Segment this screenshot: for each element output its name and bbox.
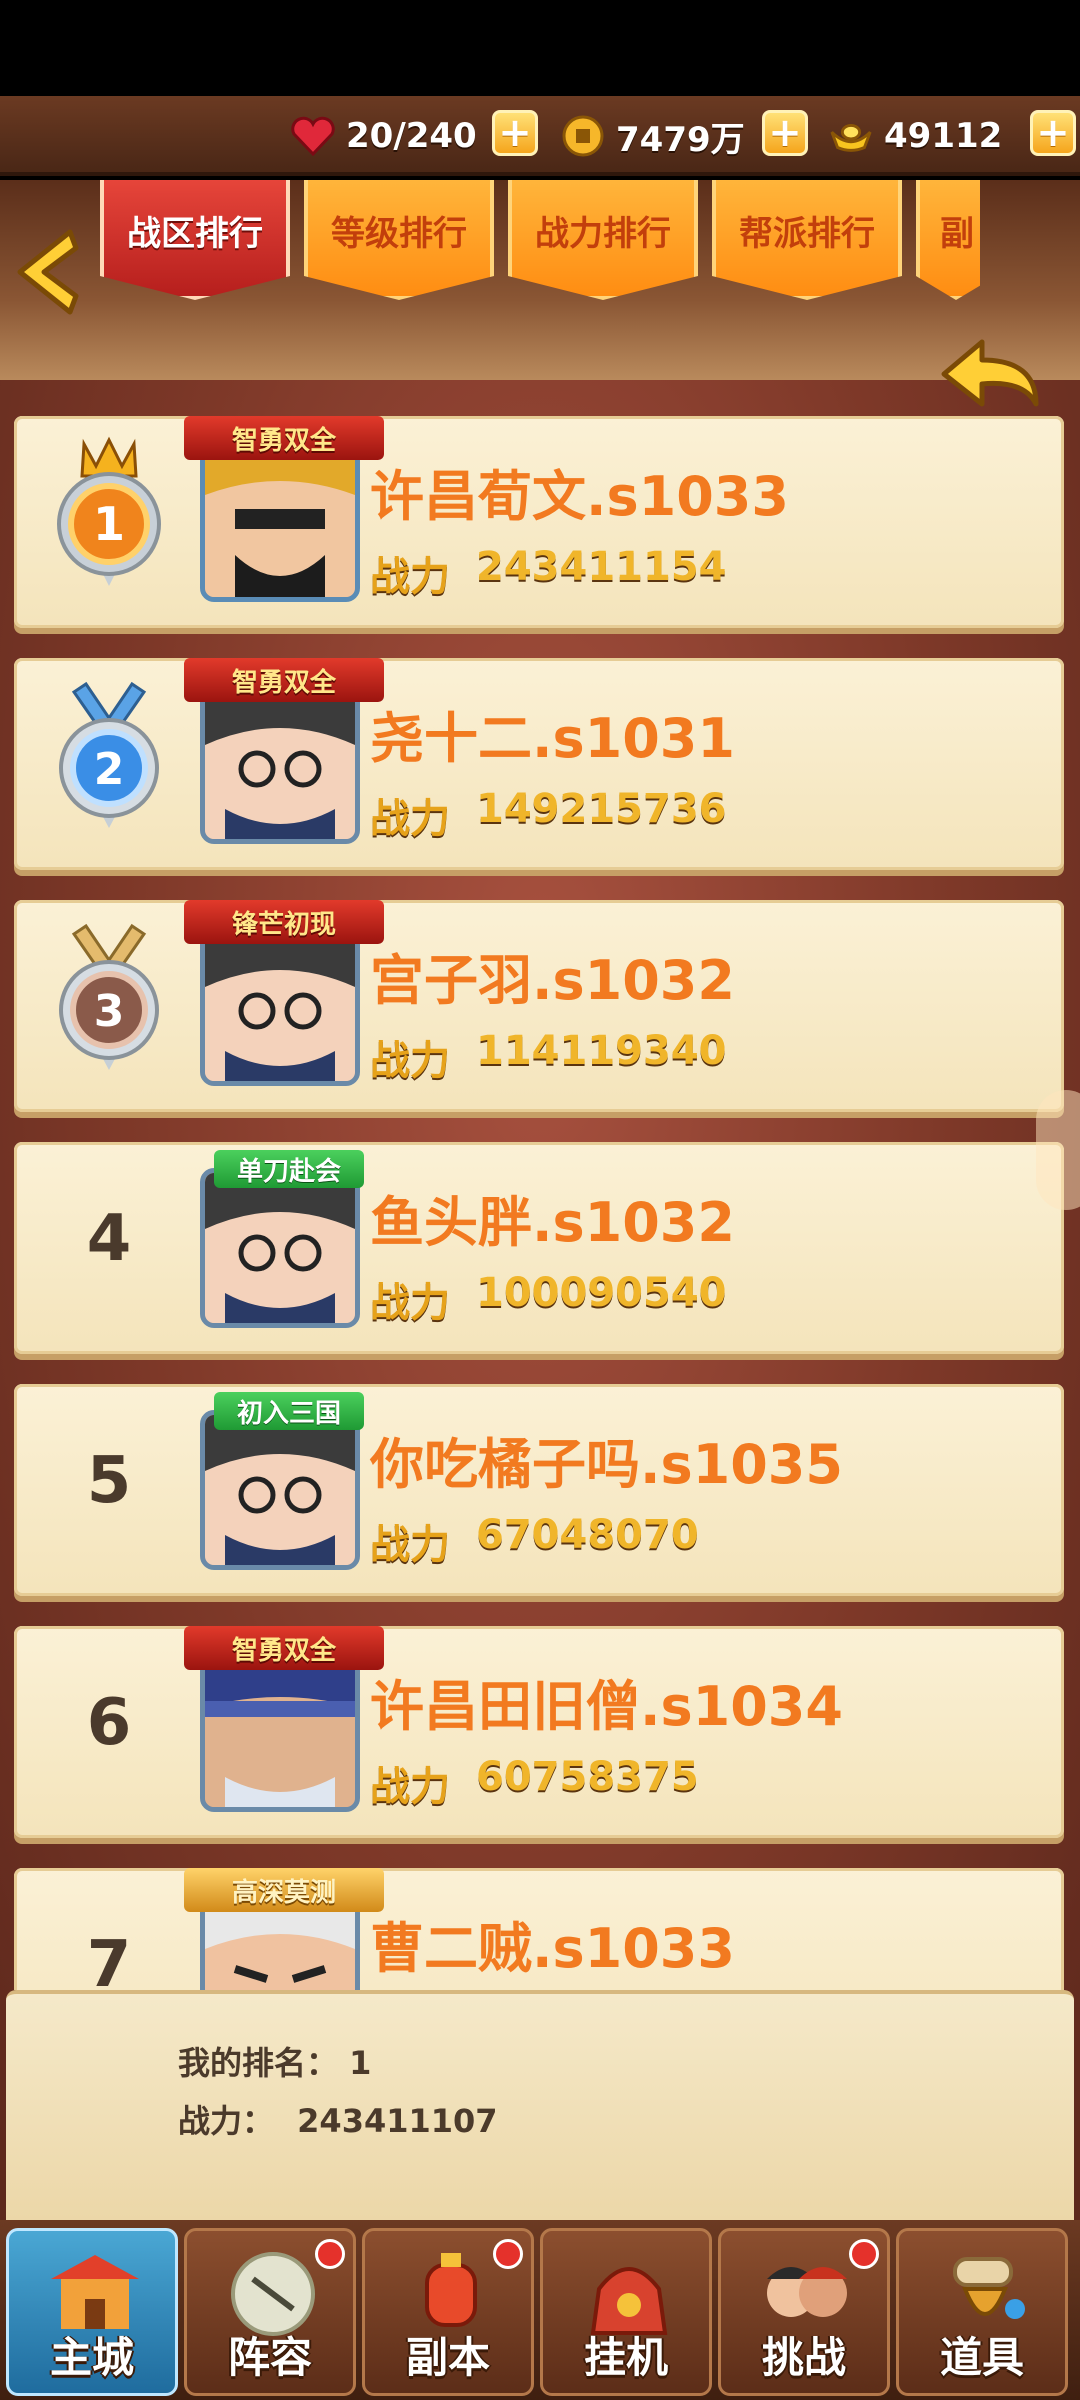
power-value: 243411154 xyxy=(476,544,727,590)
player-name: 许昌田旧僧.s1034 xyxy=(370,1675,843,1738)
ranking-row[interactable]: 7 高深莫测 曹二贼.s1033 xyxy=(14,1868,1064,1990)
svg-text:1: 1 xyxy=(93,497,125,551)
avatar[interactable] xyxy=(200,1168,360,1328)
gold-value: 49112 xyxy=(884,116,1003,156)
nav-challenge[interactable]: 挑战 xyxy=(718,2228,890,2396)
power-value: 60758375 xyxy=(476,1754,699,1800)
player-title-badge: 初入三国 xyxy=(214,1392,364,1430)
my-power-label: 战力： xyxy=(178,2102,275,2140)
player-name: 宫子羽.s1032 xyxy=(370,949,735,1012)
avatar[interactable] xyxy=(200,684,360,844)
nav-main-city[interactable]: 主城 xyxy=(6,2228,178,2396)
ranking-list: 1 智勇双全 许昌荀文.s1033 战力 243411154 2 智勇双全 尧十… xyxy=(0,410,1080,1990)
nav-lineup[interactable]: 阵容 xyxy=(184,2228,356,2396)
my-power-line: 战力： 243411107 xyxy=(178,2096,498,2142)
ranking-row[interactable]: 3 锋芒初现 宫子羽.s1032 战力 114119340 xyxy=(14,900,1064,1112)
notification-badge xyxy=(493,2239,523,2269)
ranking-row[interactable]: 1 智勇双全 许昌荀文.s1033 战力 243411154 xyxy=(14,416,1064,628)
back-arrow-icon[interactable] xyxy=(10,222,90,322)
player-title-badge: 高深莫测 xyxy=(184,1868,384,1912)
power-label: 战力 xyxy=(370,1522,450,1568)
ranking-row[interactable]: 5 初入三国 你吃橘子吗.s1035 战力 67048070 xyxy=(14,1384,1064,1596)
bronze-medal-icon: 3 xyxy=(44,920,174,1090)
player-name: 你吃橘子吗.s1035 xyxy=(370,1433,843,1496)
gold-medal-icon: 1 xyxy=(44,436,174,606)
resource-bar: 20/240 + 7479万 + 49112 + xyxy=(0,96,1080,176)
bottom-nav: 主城 阵容 副本 挂机 挑战 道具 xyxy=(0,2220,1080,2400)
tab-guild-ranking[interactable]: 帮派排行 xyxy=(712,180,902,300)
player-name: 尧十二.s1031 xyxy=(370,707,735,770)
copper-coin-icon xyxy=(560,113,606,159)
gold-ingot-icon xyxy=(828,113,874,159)
avatar[interactable] xyxy=(200,442,360,602)
side-drawer-handle[interactable] xyxy=(1036,1090,1080,1210)
player-title-badge: 智勇双全 xyxy=(184,658,384,702)
nav-label: 主城 xyxy=(49,2333,134,2382)
stamina-resource: 20/240 xyxy=(290,106,477,166)
tab-zone-ranking[interactable]: 战区排行 xyxy=(100,180,290,300)
avatar[interactable] xyxy=(200,1652,360,1812)
rank-number: 7 xyxy=(86,1928,132,1990)
svg-text:2: 2 xyxy=(94,744,125,795)
heart-stamina-icon xyxy=(290,113,336,159)
player-title-badge: 智勇双全 xyxy=(184,416,384,460)
coin-value: 7479万 xyxy=(616,119,745,160)
player-title-badge: 智勇双全 xyxy=(184,1626,384,1670)
power-value: 67048070 xyxy=(476,1512,699,1558)
nav-label: 副本 xyxy=(405,2333,490,2382)
player-name: 鱼头胖.s1032 xyxy=(370,1191,735,1254)
add-coin-button[interactable]: + xyxy=(762,110,808,156)
power-label: 战力 xyxy=(370,1280,450,1326)
my-power-value: 243411107 xyxy=(297,2102,498,2140)
power-label: 战力 xyxy=(370,554,450,600)
status-bar xyxy=(0,0,1080,96)
power-label: 战力 xyxy=(370,1038,450,1084)
ranking-tabs: 战区排行 等级排行 战力排行 帮派排行 副 xyxy=(100,180,980,310)
avatar[interactable] xyxy=(200,1410,360,1570)
player-title-badge: 单刀赴会 xyxy=(214,1150,364,1188)
nav-label: 阵容 xyxy=(227,2333,312,2382)
my-rank-panel: 我的排名： 1 战力： 243411107 xyxy=(6,1990,1074,2220)
avatar[interactable] xyxy=(200,926,360,1086)
svg-text:3: 3 xyxy=(94,986,125,1037)
stamina-value: 20/240 xyxy=(346,116,477,156)
notification-badge xyxy=(315,2239,345,2269)
add-gold-button[interactable]: + xyxy=(1030,110,1076,156)
coin-resource: 7479万 xyxy=(560,106,745,166)
nav-dungeon[interactable]: 副本 xyxy=(362,2228,534,2396)
power-label: 战力 xyxy=(370,796,450,842)
player-title-badge: 锋芒初现 xyxy=(184,900,384,944)
nav-label: 挂机 xyxy=(583,2333,668,2382)
nav-items[interactable]: 道具 xyxy=(896,2228,1068,2396)
my-rank-value: 1 xyxy=(349,2044,372,2082)
tab-level-ranking[interactable]: 等级排行 xyxy=(304,180,494,300)
power-value: 100090540 xyxy=(476,1270,727,1316)
gold-resource: 49112 xyxy=(828,106,1002,166)
silver-medal-icon: 2 xyxy=(44,678,174,848)
ranking-row[interactable]: 6 智勇双全 许昌田旧僧.s1034 战力 60758375 xyxy=(14,1626,1064,1838)
nav-label: 道具 xyxy=(939,2333,1024,2382)
player-name: 曹二贼.s1033 xyxy=(370,1917,735,1980)
rank-number: 6 xyxy=(86,1686,132,1760)
nav-label: 挑战 xyxy=(761,2333,846,2382)
ranking-row[interactable]: 4 单刀赴会 鱼头胖.s1032 战力 100090540 xyxy=(14,1142,1064,1354)
tab-partial[interactable]: 副 xyxy=(916,180,980,300)
power-value: 149215736 xyxy=(476,786,727,832)
tab-power-ranking[interactable]: 战力排行 xyxy=(508,180,698,300)
power-value: 114119340 xyxy=(476,1028,727,1074)
ranking-row[interactable]: 2 智勇双全 尧十二.s1031 战力 149215736 xyxy=(14,658,1064,870)
my-rank-label: 我的排名： xyxy=(178,2044,339,2082)
add-stamina-button[interactable]: + xyxy=(492,110,538,156)
notification-badge xyxy=(849,2239,879,2269)
power-label: 战力 xyxy=(370,1764,450,1810)
rank-number: 5 xyxy=(86,1444,132,1518)
nav-idle[interactable]: 挂机 xyxy=(540,2228,712,2396)
my-rank-line: 我的排名： 1 xyxy=(178,2038,371,2084)
player-name: 许昌荀文.s1033 xyxy=(370,465,789,528)
rank-number: 4 xyxy=(86,1202,132,1276)
